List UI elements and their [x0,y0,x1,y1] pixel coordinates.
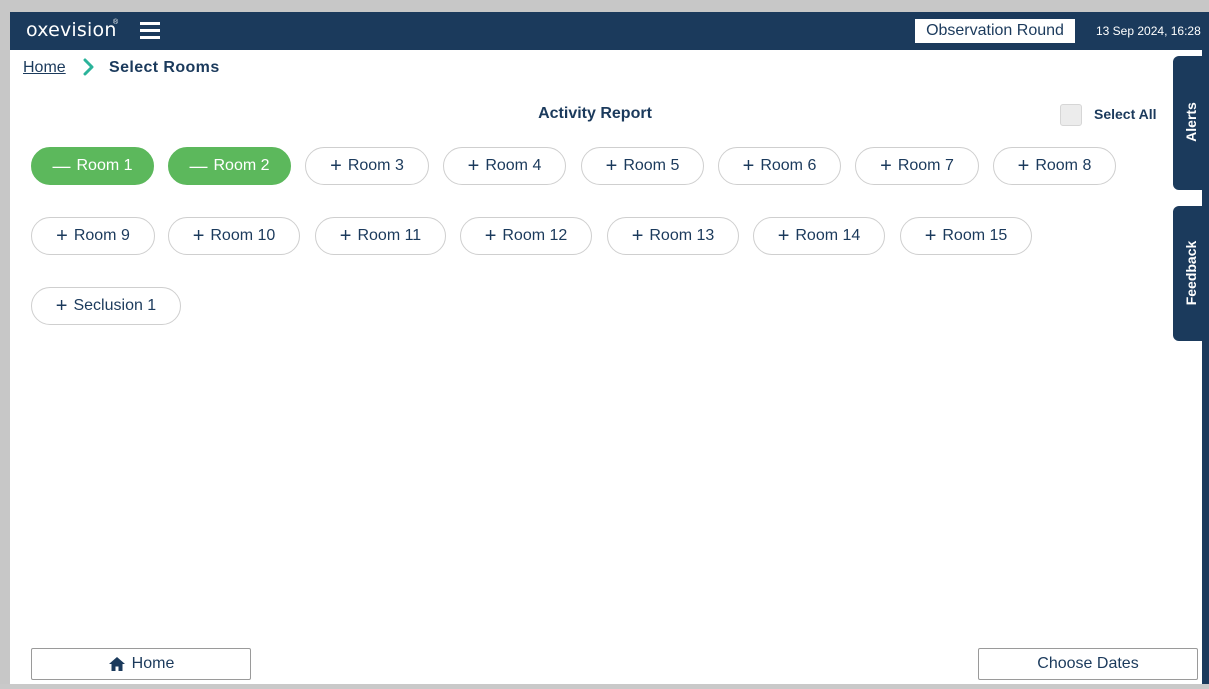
top-bar: oxevision ® Observation Round 13 Sep 202… [10,12,1209,50]
select-all-checkbox[interactable] [1060,104,1082,126]
observation-round-button[interactable]: Observation Round [915,19,1075,43]
room-chip-label: Room 8 [1035,157,1092,174]
room-chip-8[interactable]: + Room 8 [993,147,1116,185]
room-chip-7[interactable]: + Room 7 [855,147,979,185]
report-title: Activity Report [538,105,652,122]
chevron-right-icon [83,58,94,76]
breadcrumb-current: Select Rooms [109,59,220,76]
minus-icon: — [189,156,208,176]
plus-icon: + [339,225,352,247]
room-chip-1[interactable]: — Room 1 [31,147,154,185]
room-chip-9[interactable]: + Room 9 [31,217,155,255]
room-chip-13[interactable]: + Room 13 [607,217,739,255]
room-chip-14[interactable]: + Room 14 [753,217,885,255]
plus-icon: + [192,225,205,247]
seclusion-chip-1[interactable]: + Seclusion 1 [31,287,181,325]
app-window: oxevision ® Observation Round 13 Sep 202… [0,0,1209,689]
room-chip-label: Room 12 [502,227,568,244]
plus-icon: + [777,225,790,247]
plus-icon: + [55,295,68,317]
window-edge-bottom [0,684,1209,689]
home-button-label: Home [131,655,175,672]
room-chip-label: Room 10 [210,227,276,244]
alerts-tab[interactable]: Alerts [1173,56,1209,190]
plus-icon: + [484,225,497,247]
room-chip-label: Room 6 [760,157,817,174]
plus-icon: + [56,225,68,247]
room-chip-11[interactable]: + Room 11 [315,217,446,255]
feedback-tab[interactable]: Feedback [1173,206,1209,341]
brand-logo: oxevision [26,19,117,41]
room-chip-label: Seclusion 1 [73,297,157,314]
choose-dates-label: Choose Dates [1037,655,1139,672]
house-icon [108,657,125,671]
room-chip-label: Room 5 [623,157,680,174]
room-chip-5[interactable]: + Room 5 [581,147,704,185]
window-edge-top [0,0,1209,12]
room-chip-3[interactable]: + Room 3 [305,147,429,185]
plus-icon: + [742,155,755,177]
room-chip-4[interactable]: + Room 4 [443,147,566,185]
plus-icon: + [880,155,892,177]
room-chip-label: Room 11 [357,227,422,244]
hamburger-icon[interactable] [140,22,160,39]
breadcrumb-home-link[interactable]: Home [23,59,66,77]
room-chip-6[interactable]: + Room 6 [718,147,841,185]
room-chip-label: Room 13 [649,227,715,244]
room-chip-label: Room 1 [76,157,133,174]
room-chip-label: Room 14 [795,227,861,244]
room-chip-label: Room 4 [485,157,542,174]
plus-icon: + [1017,155,1030,177]
plus-icon: + [924,225,937,247]
room-chip-12[interactable]: + Room 12 [460,217,592,255]
home-button[interactable]: Home [31,648,251,680]
feedback-tab-label: Feedback [1183,240,1199,306]
room-chip-10[interactable]: + Room 10 [168,217,300,255]
room-chip-label: Room 9 [73,227,130,244]
room-chip-label: Room 7 [897,157,954,174]
room-chip-label: Room 2 [213,157,270,174]
plus-icon: + [631,225,644,247]
room-chip-label: Room 15 [942,227,1008,244]
registered-mark: ® [113,19,119,26]
current-datetime: 13 Sep 2024, 16:28 [1096,24,1201,38]
plus-icon: + [605,155,618,177]
room-chip-label: Room 3 [347,157,404,174]
plus-icon: + [467,155,480,177]
alerts-tab-label: Alerts [1183,102,1199,142]
room-chip-15[interactable]: + Room 15 [900,217,1032,255]
minus-icon: — [52,156,71,176]
window-edge-left [0,0,10,689]
select-all-label[interactable]: Select All [1094,106,1157,122]
plus-icon: + [330,155,342,177]
choose-dates-button[interactable]: Choose Dates [978,648,1198,680]
room-chip-2[interactable]: — Room 2 [168,147,291,185]
